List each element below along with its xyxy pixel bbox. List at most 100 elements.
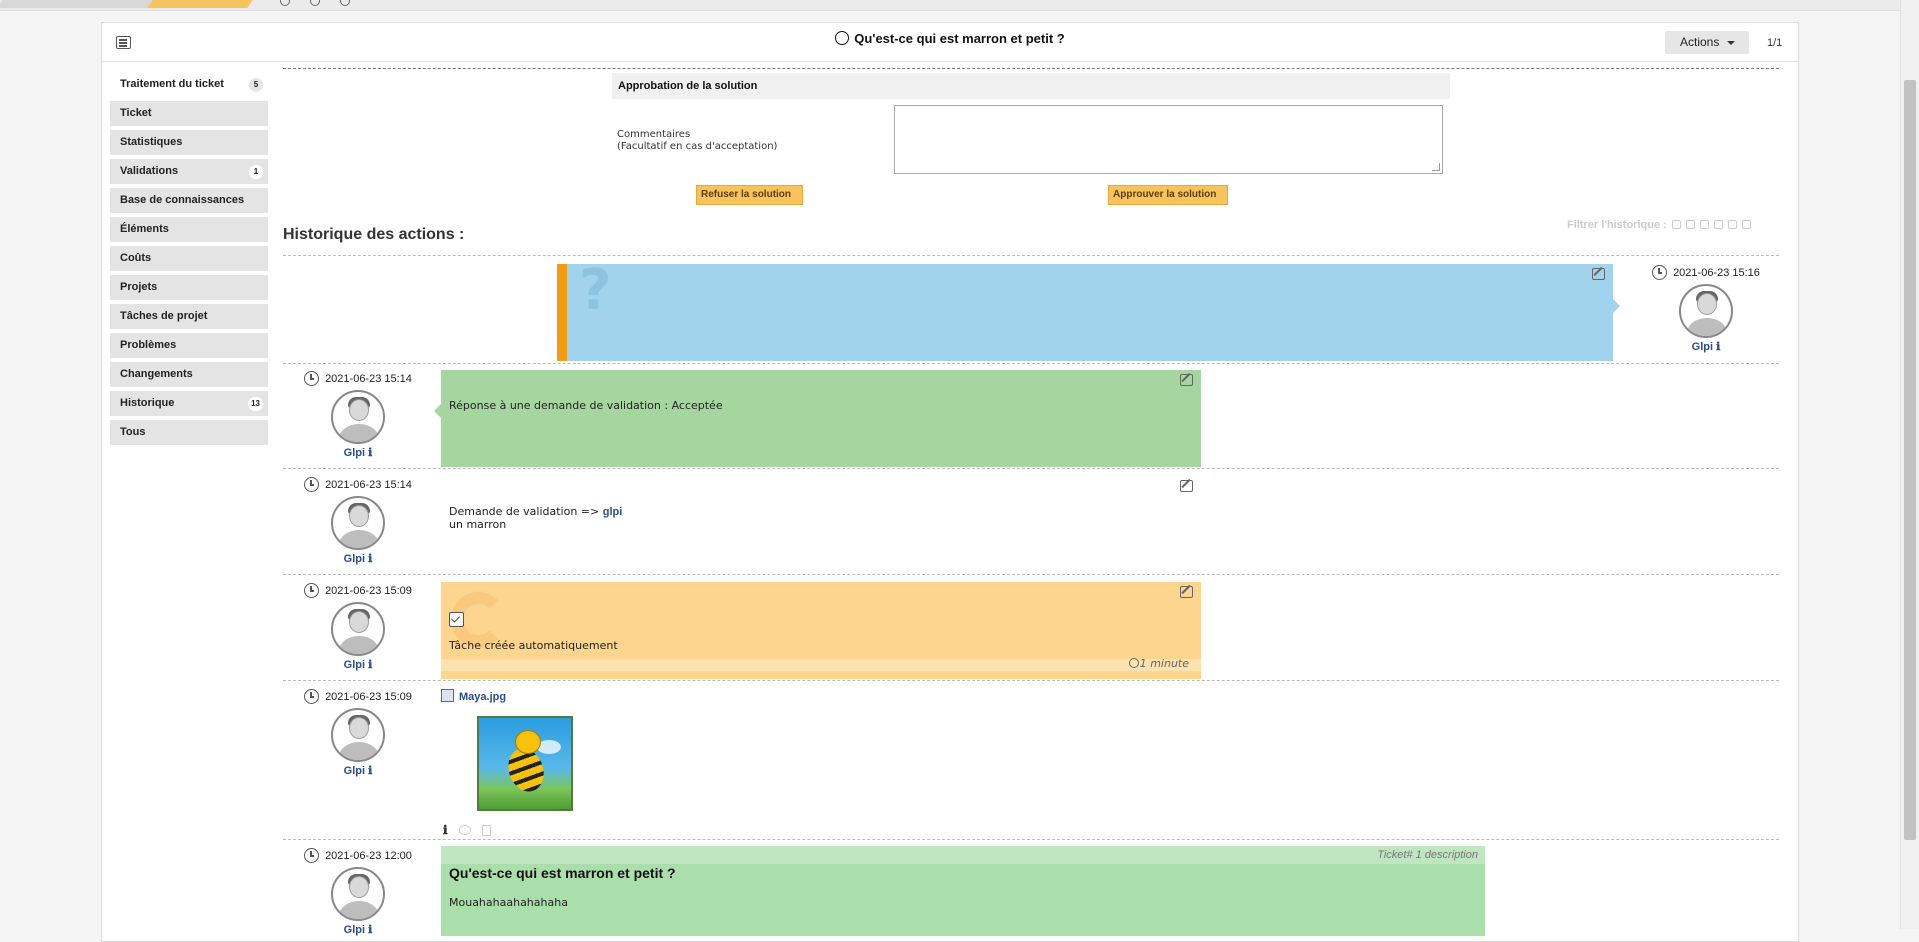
info-icon[interactable]: ℹ	[368, 765, 372, 777]
divider	[283, 839, 1779, 840]
validation-answer-card: Réponse à une demande de validation : Ac…	[434, 370, 1201, 467]
request-prefix: Demande de validation =>	[449, 505, 600, 518]
task-done-checkbox[interactable]	[449, 612, 464, 627]
sidebar-item-taches-projet[interactable]: Tâches de projet	[110, 304, 268, 329]
info-icon[interactable]: ℹ	[1716, 341, 1720, 353]
refuse-solution-button[interactable]: Refuser la solution	[696, 185, 803, 205]
task-text: Tâche créée automatiquement	[449, 639, 618, 652]
validation-request-card: Demande de validation => glpi un marron	[441, 476, 1201, 573]
sidebar-item-statistiques[interactable]: Statistiques	[110, 130, 268, 155]
document-link[interactable]: Maya.jpg	[459, 691, 506, 703]
user-name[interactable]: Glpi	[344, 765, 365, 777]
approval-title: Approbation de la solution	[612, 73, 1450, 99]
info-icon[interactable]: ℹ	[368, 553, 372, 565]
validator-link[interactable]: glpi	[603, 506, 623, 518]
edit-icon[interactable]	[1180, 374, 1193, 386]
question-mark-icon: ?	[579, 258, 612, 323]
pager: 1/1	[1767, 37, 1783, 49]
user-link[interactable]: Glpi ℹ	[288, 658, 428, 671]
comment-label: Commentaires (Facultatif en cas d'accept…	[617, 129, 777, 153]
sidebar-item-traitement[interactable]: Traitement du ticket 5	[110, 72, 268, 97]
sidebar-item-ticket[interactable]: Ticket	[110, 101, 268, 126]
edit-icon[interactable]	[1180, 586, 1193, 598]
description-meta: 2021-06-23 12:00 Glpi ℹ	[288, 848, 428, 936]
count-badge: 1	[249, 165, 263, 179]
user-name[interactable]: Glpi	[344, 659, 365, 671]
sidebar: Traitement du ticket 5 Ticket Statistiqu…	[110, 72, 268, 449]
search-icon[interactable]	[310, 0, 320, 6]
sidebar-item-validations[interactable]: Validations 1	[110, 159, 268, 184]
user-link[interactable]: Glpi ℹ	[288, 446, 428, 459]
validation-request-comment: un marron	[449, 518, 507, 531]
user-link[interactable]: Glpi ℹ	[288, 923, 428, 936]
validation-answer-meta: 2021-06-23 15:14 Glpi ℹ	[288, 371, 428, 459]
solution-meta: 2021-06-23 15:16 Glpi ℹ	[1636, 265, 1776, 353]
user-name[interactable]: Glpi	[344, 447, 365, 459]
date-text: 2021-06-23 12:00	[325, 850, 412, 862]
info-icon[interactable]: ℹ	[368, 447, 372, 459]
sidebar-item-tous[interactable]: Tous	[110, 420, 268, 445]
sidebar-item-label: Validations	[120, 165, 179, 177]
edit-icon[interactable]	[1180, 480, 1193, 492]
filter-reset-icon[interactable]	[1742, 220, 1752, 229]
sidebar-item-label: Tous	[120, 426, 146, 438]
avatar	[331, 867, 385, 921]
divider	[283, 680, 1779, 681]
actions-button[interactable]: Actions	[1665, 31, 1749, 54]
sidebar-item-problemes[interactable]: Problèmes	[110, 333, 268, 358]
info-icon[interactable]: ℹ	[368, 924, 372, 936]
trash-icon[interactable]	[482, 825, 492, 836]
filter-task-icon[interactable]	[1685, 220, 1695, 229]
description-card: Ticket# 1 description Qu'est-ce qui est …	[441, 846, 1485, 936]
info-icon[interactable]: ℹ	[368, 659, 372, 671]
caret-down-icon	[1727, 41, 1735, 45]
entry-date: 2021-06-23 15:09	[288, 689, 428, 704]
entry-date: 2021-06-23 15:09	[288, 583, 428, 598]
sidebar-item-knowbase[interactable]: Base de connaissances	[110, 188, 268, 213]
user-name[interactable]: Glpi	[344, 553, 365, 565]
filter-followup-icon[interactable]	[1671, 220, 1681, 229]
history-filter: Filtrer l'historique :	[1567, 219, 1752, 231]
toolbar-icon[interactable]	[280, 0, 290, 6]
edit-icon[interactable]	[1592, 268, 1605, 280]
description-label: Ticket# 1 description	[1377, 849, 1478, 861]
scrollbar-thumb[interactable]	[1904, 80, 1916, 840]
active-tab[interactable]	[147, 0, 253, 8]
avatar	[331, 602, 385, 656]
user-name[interactable]: Glpi	[344, 924, 365, 936]
description-text: Mouahahaahahahaha	[449, 896, 568, 909]
sidebar-item-projets[interactable]: Projets	[110, 275, 268, 300]
comment-label-line1: Commentaires	[617, 129, 691, 140]
image-thumbnail[interactable]	[477, 716, 573, 811]
description-title: Qu'est-ce qui est marron et petit ?	[449, 865, 676, 881]
actions-label: Actions	[1680, 35, 1720, 49]
sidebar-item-changements[interactable]: Changements	[110, 362, 268, 387]
eye-icon[interactable]	[458, 825, 471, 835]
filter-solution-icon[interactable]	[1728, 220, 1738, 229]
sidebar-item-historique[interactable]: Historique 13	[110, 391, 268, 416]
inactive-tab[interactable]	[0, 0, 153, 8]
clock-icon	[304, 848, 320, 863]
task-card: Tâche créée automatiquement 1 minute	[441, 582, 1201, 679]
solution-card: ?	[557, 258, 1620, 361]
info-icon[interactable]: ℹ	[443, 823, 448, 837]
user-link[interactable]: Glpi ℹ	[1636, 340, 1776, 353]
filter-validation-icon[interactable]	[1714, 220, 1724, 229]
sidebar-item-elements[interactable]: Éléments	[110, 217, 268, 242]
filter-label: Filtrer l'historique :	[1567, 219, 1667, 231]
approve-solution-button[interactable]: Approuver la solution	[1108, 185, 1228, 205]
user-name[interactable]: Glpi	[1692, 341, 1713, 353]
panel-header: Qu'est-ce qui est marron et petit ? Acti…	[102, 23, 1798, 62]
description-bar	[441, 846, 1485, 864]
comment-textarea[interactable]	[894, 105, 1443, 174]
scrollbar[interactable]	[1900, 0, 1919, 929]
shield-icon[interactable]	[340, 0, 350, 6]
sidebar-item-couts[interactable]: Coûts	[110, 246, 268, 271]
filter-document-icon[interactable]	[1699, 220, 1709, 229]
avatar	[331, 390, 385, 444]
sidebar-item-label: Problèmes	[120, 339, 177, 351]
user-link[interactable]: Glpi ℹ	[288, 764, 428, 777]
status-circle-icon	[835, 31, 850, 45]
user-link[interactable]: Glpi ℹ	[288, 552, 428, 565]
divider	[283, 255, 1779, 256]
